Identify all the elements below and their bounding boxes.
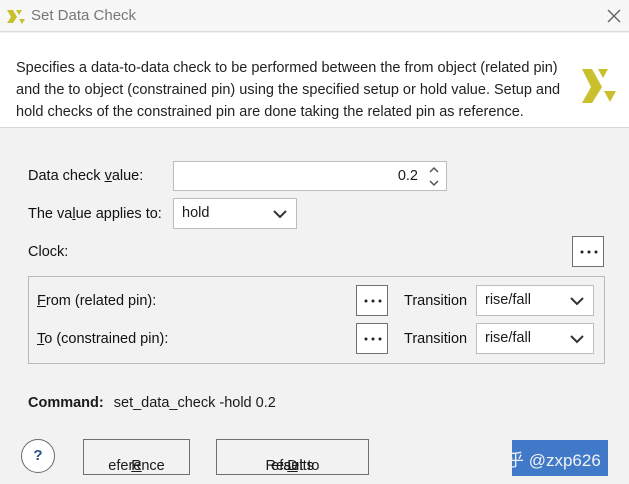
to-transition-label: Transition xyxy=(404,331,468,347)
more-icon xyxy=(364,299,382,303)
applies-to-label: The value applies to: xyxy=(28,206,162,222)
watermark: 知乎 @zxp626 xyxy=(490,451,601,470)
vendor-logo-icon xyxy=(582,69,616,103)
command-line: Command: set_data_check -hold 0.2 xyxy=(28,395,276,411)
command-label: Command: xyxy=(28,395,104,411)
title-bar: Set Data Check xyxy=(0,0,629,32)
to-pin-label: To (constrained pin): xyxy=(37,331,169,347)
description-text: Specifies a data-to-data check to be per… xyxy=(16,60,561,120)
from-pin-browse-button[interactable] xyxy=(356,285,388,316)
reset-defaults-button[interactable]: Reset to Defaults xyxy=(216,439,369,475)
to-transition-select[interactable]: rise/fall xyxy=(476,323,594,354)
from-transition-select[interactable]: rise/fall xyxy=(476,285,594,316)
command-text: set_data_check -hold 0.2 xyxy=(113,395,276,411)
from-transition-label: Transition xyxy=(404,293,468,309)
from-pin-label: From (related pin): xyxy=(37,293,157,309)
data-check-value: 0.2 xyxy=(397,168,418,184)
from-transition-value: rise/fall xyxy=(485,292,531,308)
to-transition-value: rise/fall xyxy=(485,330,531,346)
close-icon[interactable] xyxy=(604,6,624,26)
data-check-value-spinner[interactable]: 0.2 xyxy=(173,161,447,191)
help-icon: ? xyxy=(33,447,43,464)
help-button[interactable]: ? xyxy=(21,439,55,473)
chevron-down-icon xyxy=(570,335,584,344)
clock-label: Clock: xyxy=(28,244,69,260)
chevron-down-icon xyxy=(570,297,584,306)
app-logo-icon xyxy=(7,10,25,24)
clock-browse-button[interactable] xyxy=(572,236,604,267)
to-pin-browse-button[interactable] xyxy=(356,323,388,354)
spin-down-icon[interactable] xyxy=(426,177,442,189)
applies-to-select[interactable]: hold xyxy=(173,198,297,229)
spin-up-icon[interactable] xyxy=(426,164,442,176)
more-icon xyxy=(364,337,382,341)
window-title: Set Data Check xyxy=(31,7,137,24)
chevron-down-icon xyxy=(273,210,287,219)
data-check-label: Data check value: xyxy=(28,168,144,184)
more-icon xyxy=(580,250,598,254)
description-panel: Specifies a data-to-data check to be per… xyxy=(0,33,629,128)
applies-to-value: hold xyxy=(182,205,210,221)
reference-button[interactable]: Reference xyxy=(83,439,190,475)
